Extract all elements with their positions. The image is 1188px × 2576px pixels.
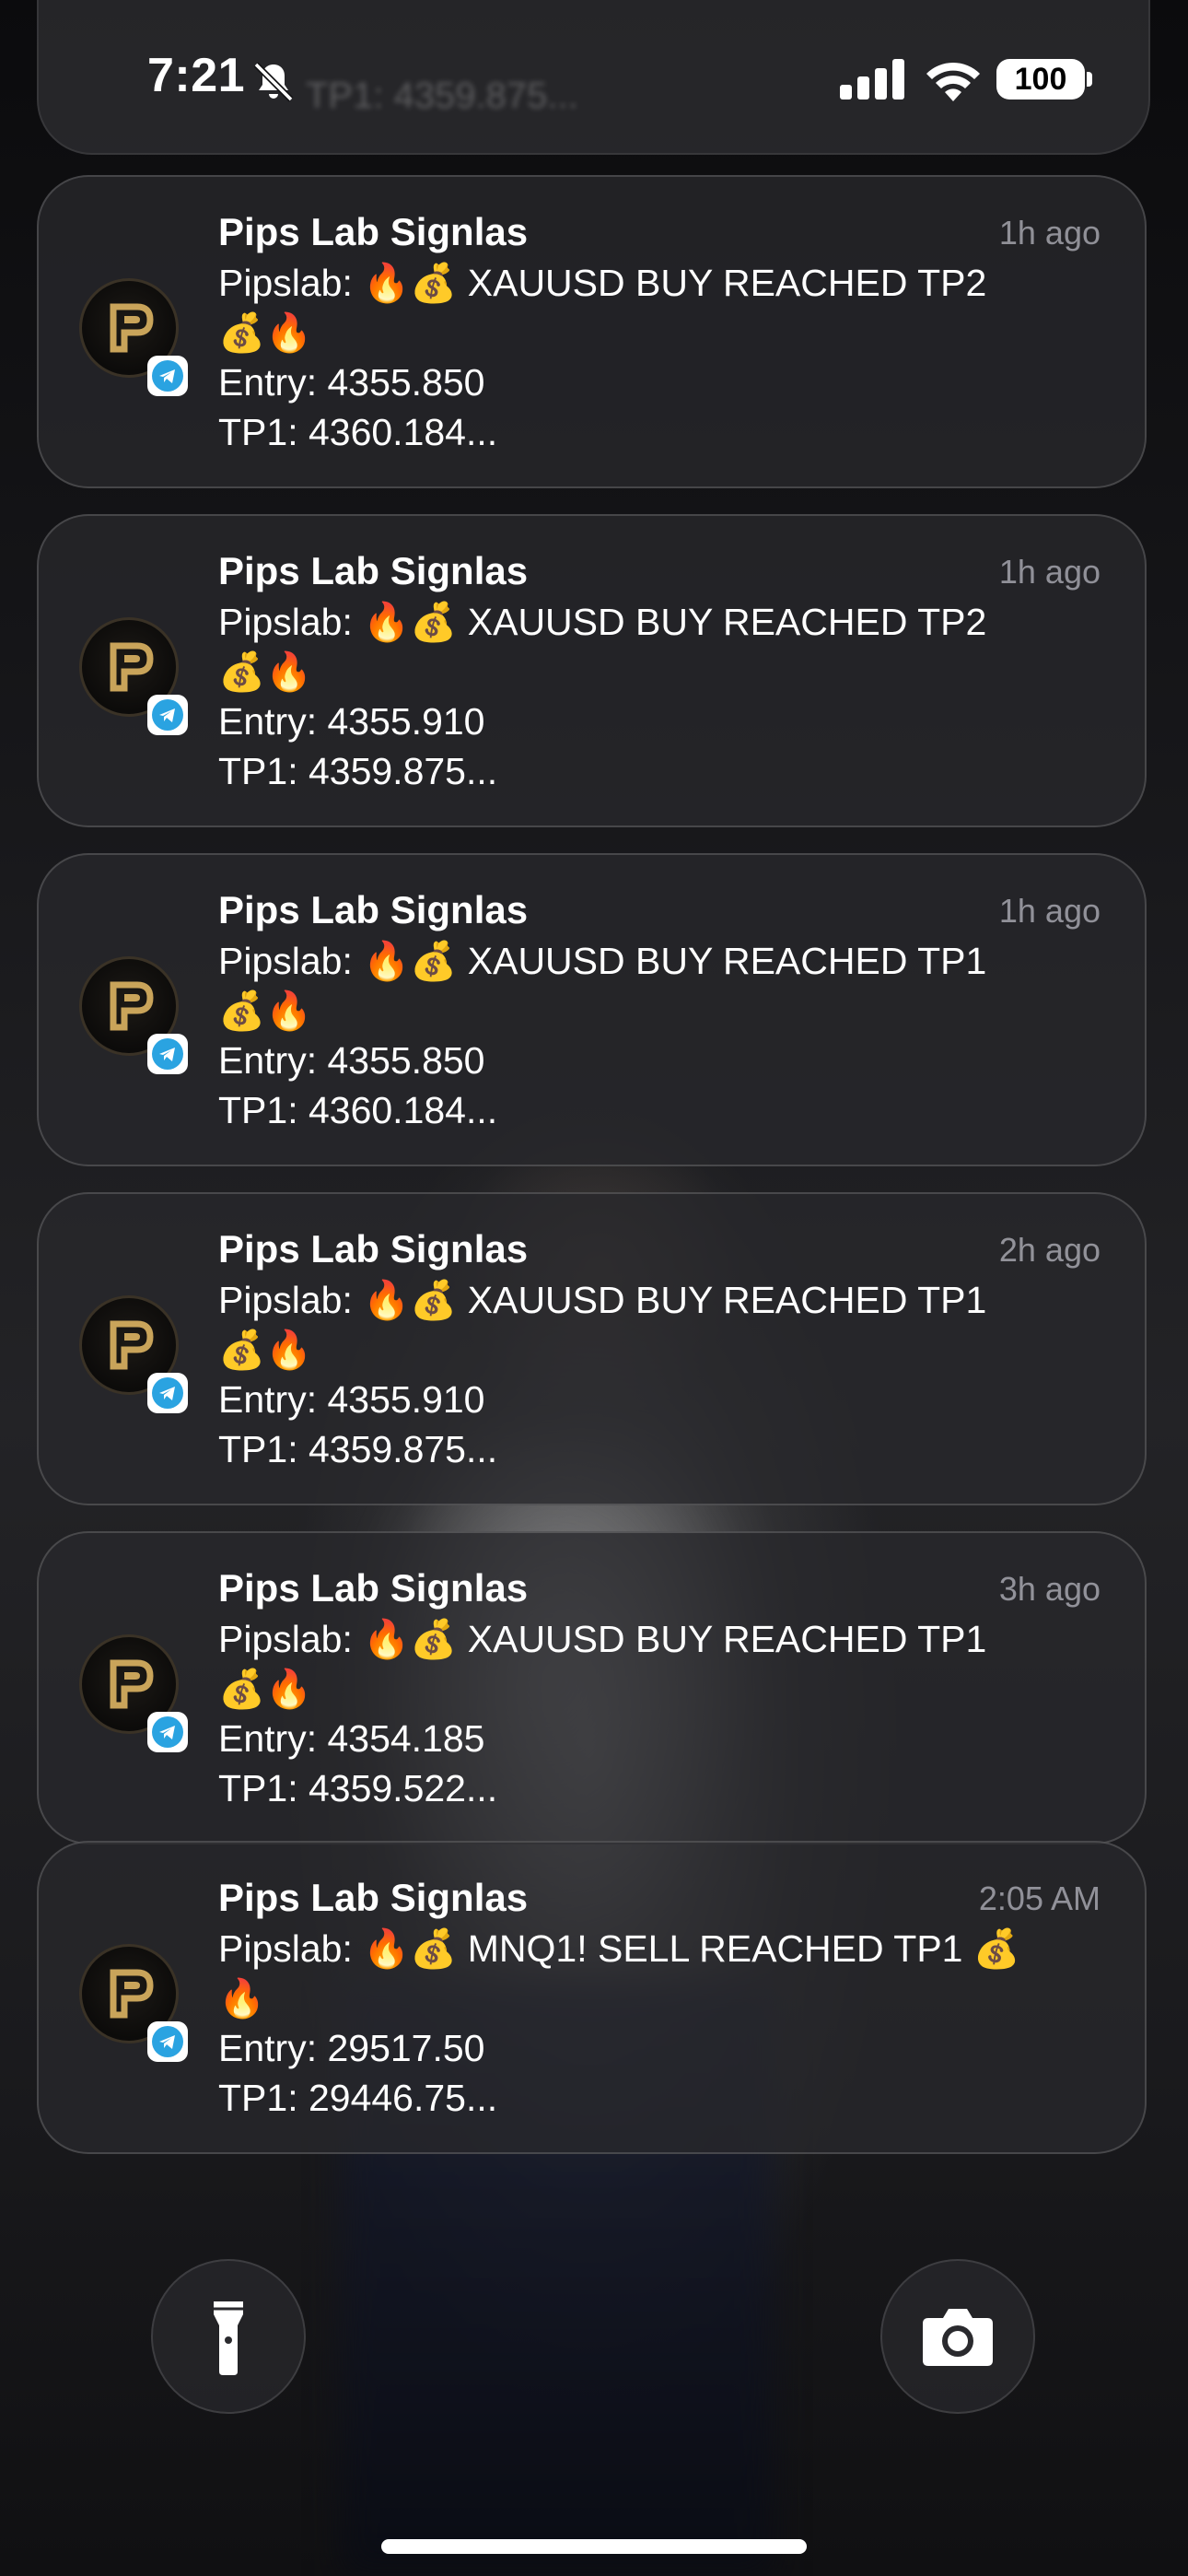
notification-line-2: 🔥 <box>218 1977 266 2020</box>
status-bar: 7:21 100 <box>0 0 1188 157</box>
notification-app-name: Pips Lab Signlas <box>218 210 529 253</box>
notification-body: Pipslab: 🔥💰 XAUUSD BUY REACHED TP1 💰🔥 En… <box>218 936 1102 1135</box>
notification-app-name: Pips Lab Signlas <box>218 1876 529 1919</box>
notification-card[interactable]: Pips Lab Signlas 1h ago Pipslab: 🔥💰 XAUU… <box>37 514 1147 827</box>
notification-line-3: Entry: 4355.910 <box>218 1378 485 1421</box>
notification-line-1: Pipslab: 🔥💰 XAUUSD BUY REACHED TP1 <box>218 1279 987 1321</box>
cellular-signal-icon <box>840 59 904 100</box>
notification-body: Pipslab: 🔥💰 XAUUSD BUY REACHED TP2 💰🔥 En… <box>218 597 1102 796</box>
notification-line-3: Entry: 4355.850 <box>218 1039 485 1082</box>
notification-line-3: Entry: 4355.910 <box>218 700 485 743</box>
notification-app-name: Pips Lab Signlas <box>218 1227 529 1270</box>
notification-line-3: Entry: 29517.50 <box>218 2027 485 2069</box>
bell-off-icon <box>253 62 294 102</box>
camera-button[interactable] <box>880 2259 1035 2414</box>
notification-line-4: TP1: 29446.75... <box>218 2077 498 2119</box>
notification-app-name: Pips Lab Signlas <box>218 1566 529 1610</box>
flashlight-button[interactable] <box>151 2259 306 2414</box>
notification-time: 1h ago <box>998 553 1101 591</box>
notification-line-1: Pipslab: 🔥💰 XAUUSD BUY REACHED TP1 <box>218 940 987 982</box>
telegram-icon <box>147 1712 188 1752</box>
notification-line-1: Pipslab: 🔥💰 XAUUSD BUY REACHED TP1 <box>218 1618 987 1660</box>
notification-card[interactable]: Pips Lab Signlas 1h ago Pipslab: 🔥💰 XAUU… <box>37 853 1147 1166</box>
notification-card[interactable]: Pips Lab Signlas 2:05 AM Pipslab: 🔥💰 MNQ… <box>37 1841 1147 2154</box>
notification-line-2: 💰🔥 <box>218 1668 313 1710</box>
notification-line-1: Pipslab: 🔥💰 XAUUSD BUY REACHED TP2 <box>218 601 987 643</box>
notification-body: Pipslab: 🔥💰 MNQ1! SELL REACHED TP1 💰 🔥 E… <box>218 1924 1102 2123</box>
notification-time: 2:05 AM <box>978 1879 1101 1917</box>
telegram-icon <box>147 1034 188 1074</box>
notification-line-1: Pipslab: 🔥💰 MNQ1! SELL REACHED TP1 💰 <box>218 1927 1020 1970</box>
notification-line-2: 💰🔥 <box>218 311 313 354</box>
notification-line-3: Entry: 4354.185 <box>218 1717 485 1760</box>
notification-card[interactable]: Pips Lab Signlas 2h ago Pipslab: 🔥💰 XAUU… <box>37 1192 1147 1505</box>
home-indicator[interactable] <box>381 2539 807 2554</box>
notification-time: 3h ago <box>998 1570 1101 1608</box>
clock-time: 7:21 <box>147 49 246 102</box>
notification-body: Pipslab: 🔥💰 XAUUSD BUY REACHED TP1 💰🔥 En… <box>218 1614 1102 1813</box>
notification-line-4: TP1: 4360.184... <box>218 1089 498 1131</box>
battery-cap <box>1087 72 1092 87</box>
notification-app-name: Pips Lab Signlas <box>218 888 529 931</box>
notification-card[interactable]: Pips Lab Signlas 3h ago Pipslab: 🔥💰 XAUU… <box>37 1531 1147 1844</box>
telegram-icon <box>147 2021 188 2062</box>
notification-body: Pipslab: 🔥💰 XAUUSD BUY REACHED TP2 💰🔥 En… <box>218 258 1102 457</box>
notification-line-2: 💰🔥 <box>218 650 313 693</box>
notification-line-1: Pipslab: 🔥💰 XAUUSD BUY REACHED TP2 <box>218 262 987 304</box>
camera-icon <box>923 2309 993 2366</box>
notification-line-2: 💰🔥 <box>218 1329 313 1371</box>
notification-time: 1h ago <box>998 892 1101 930</box>
telegram-icon <box>147 356 188 396</box>
notification-body: Pipslab: 🔥💰 XAUUSD BUY REACHED TP1 💰🔥 En… <box>218 1275 1102 1474</box>
notification-app-name: Pips Lab Signlas <box>218 549 529 592</box>
notification-time: 1h ago <box>998 214 1101 252</box>
notification-line-2: 💰🔥 <box>218 989 313 1032</box>
telegram-icon <box>147 1373 188 1413</box>
notification-line-4: TP1: 4359.875... <box>218 750 498 792</box>
notification-time: 2h ago <box>998 1231 1101 1269</box>
notification-line-4: TP1: 4359.522... <box>218 1767 498 1809</box>
telegram-icon <box>147 695 188 735</box>
notification-card[interactable]: Pips Lab Signlas 1h ago Pipslab: 🔥💰 XAUU… <box>37 175 1147 488</box>
wifi-icon <box>926 62 980 101</box>
notification-line-4: TP1: 4360.184... <box>218 411 498 453</box>
flashlight-icon <box>214 2301 243 2375</box>
battery-icon: 100 <box>996 59 1085 100</box>
notification-line-4: TP1: 4359.875... <box>218 1428 498 1470</box>
notification-line-3: Entry: 4355.850 <box>218 361 485 404</box>
